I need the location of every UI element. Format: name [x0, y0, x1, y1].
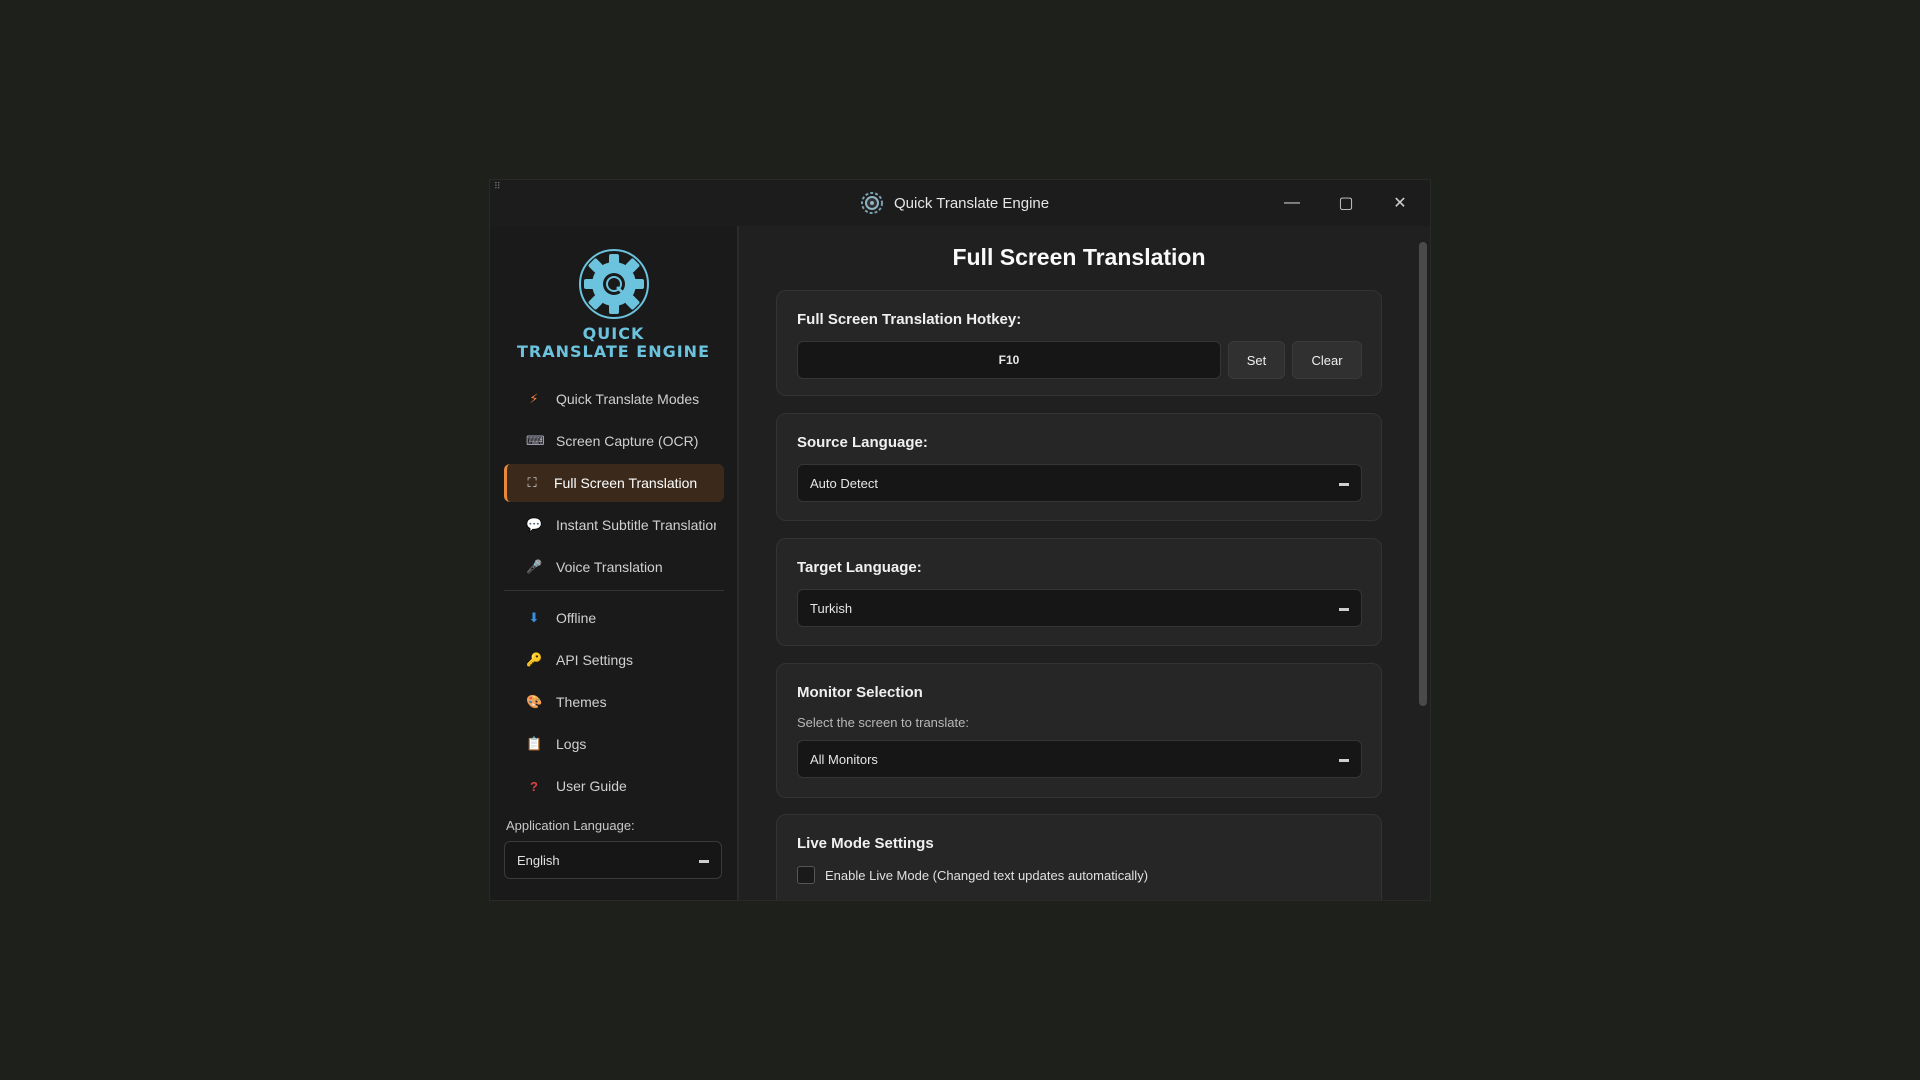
key-icon: 🔑 — [526, 652, 543, 667]
nav-item-logs[interactable]: 📋 Logs — [504, 725, 724, 763]
source-language-card: Source Language: Auto Detect ▬ — [776, 413, 1382, 521]
source-language-value: Auto Detect — [810, 475, 878, 491]
keyboard-icon: ⌨ — [526, 433, 545, 448]
source-language-select[interactable]: Auto Detect ▬ — [797, 464, 1362, 502]
brand-logo: QUICK TRANSLATE ENGINE — [490, 226, 737, 366]
main-content: Full Screen Translation Full Screen Tran… — [739, 226, 1430, 900]
app-logo-icon — [861, 192, 883, 214]
nav-item-voice-translation[interactable]: 🎤 Voice Translation — [504, 548, 724, 586]
palette-icon: 🎨 — [526, 694, 543, 709]
nav-item-api-settings[interactable]: 🔑 API Settings — [504, 641, 724, 679]
nav-item-screen-capture[interactable]: ⌨ Screen Capture (OCR) — [504, 422, 724, 460]
gear-logo-icon — [579, 249, 649, 319]
clipboard-icon: 📋 — [526, 736, 543, 751]
nav-item-label: Quick Translate Modes — [556, 391, 700, 407]
primary-nav: ⚡ Quick Translate Modes ⌨ Screen Capture… — [504, 380, 724, 809]
nav-item-themes[interactable]: 🎨 Themes — [504, 683, 724, 721]
nav-item-label: Offline — [556, 610, 597, 626]
live-mode-checkbox[interactable] — [797, 866, 815, 884]
app-language-value: English — [517, 852, 560, 868]
fullscreen-icon: ⛶ — [527, 475, 537, 490]
clear-hotkey-button[interactable]: Clear — [1292, 341, 1362, 379]
dropdown-icon: ▬ — [1339, 477, 1349, 489]
nav-item-label: User Guide — [556, 778, 627, 794]
content-scrollbar[interactable] — [1419, 242, 1427, 706]
dropdown-icon: ▬ — [699, 854, 709, 866]
maximize-icon[interactable]: ▢ — [1326, 190, 1366, 216]
dropdown-icon: ▬ — [1339, 753, 1349, 765]
logo-text-line1: QUICK — [582, 324, 645, 343]
logo-text-line2: TRANSLATE ENGINE — [516, 342, 710, 361]
app-language-label: Application Language: — [506, 818, 635, 833]
nav-item-full-screen-translation[interactable]: ⛶ Full Screen Translation — [504, 464, 724, 502]
live-mode-card: Live Mode Settings Enable Live Mode (Cha… — [776, 814, 1382, 900]
title-area: Quick Translate Engine — [860, 190, 1049, 216]
set-hotkey-button[interactable]: Set — [1228, 341, 1285, 379]
nav-item-label: Full Screen Translation — [554, 475, 698, 491]
hotkey-label: Full Screen Translation Hotkey: — [797, 311, 1022, 328]
nav-item-label: Instant Subtitle Translatior — [556, 517, 716, 533]
sidebar: QUICK TRANSLATE ENGINE ⚡ Quick Translate… — [490, 226, 739, 900]
target-language-label: Target Language: — [797, 559, 922, 576]
lightning-icon: ⚡ — [529, 391, 539, 406]
minimize-icon[interactable]: — — [1272, 190, 1312, 216]
target-language-value: Turkish — [810, 600, 853, 616]
nav-item-label: API Settings — [556, 652, 634, 668]
dropdown-icon: ▬ — [1339, 602, 1349, 614]
nav-item-offline[interactable]: ⬇ Offline — [504, 599, 724, 637]
microphone-icon: 🎤 — [526, 559, 543, 574]
nav-item-label: Themes — [556, 694, 607, 710]
speech-bubble-icon: 💬 — [526, 517, 543, 532]
live-mode-label: Live Mode Settings — [797, 835, 934, 852]
live-mode-checkbox-label[interactable]: Enable Live Mode (Changed text updates a… — [825, 868, 1148, 883]
hotkey-input[interactable]: F10 — [797, 341, 1221, 379]
app-window: ⠿ Quick Translate Engine — ▢ ✕ QUICK TRA… — [490, 180, 1430, 900]
monitor-selection-label: Monitor Selection — [797, 684, 923, 701]
nav-item-instant-subtitle[interactable]: 💬 Instant Subtitle Translatior — [504, 506, 724, 544]
resize-grip-icon[interactable]: ⠿ — [494, 182, 508, 196]
monitor-selection-card: Monitor Selection Select the screen to t… — [776, 663, 1382, 798]
nav-item-user-guide[interactable]: ? User Guide — [504, 767, 724, 805]
app-language-select[interactable]: English ▬ — [504, 841, 722, 879]
monitor-selection-hint: Select the screen to translate: — [797, 715, 969, 730]
window-title: Quick Translate Engine — [894, 194, 1050, 212]
nav-divider — [504, 590, 724, 591]
monitor-value: All Monitors — [810, 751, 878, 767]
target-language-card: Target Language: Turkish ▬ — [776, 538, 1382, 646]
monitor-select[interactable]: All Monitors ▬ — [797, 740, 1362, 778]
question-icon: ? — [530, 778, 538, 794]
nav-item-label: Screen Capture (OCR) — [556, 433, 699, 449]
source-language-label: Source Language: — [797, 434, 928, 451]
title-bar[interactable]: ⠿ Quick Translate Engine — ▢ ✕ — [490, 180, 1430, 226]
nav-item-quick-translate-modes[interactable]: ⚡ Quick Translate Modes — [504, 380, 724, 418]
download-icon: ⬇ — [528, 610, 540, 625]
target-language-select[interactable]: Turkish ▬ — [797, 589, 1362, 627]
page-title: Full Screen Translation — [952, 244, 1206, 270]
nav-item-label: Voice Translation — [556, 559, 663, 575]
hotkey-card: Full Screen Translation Hotkey: F10 Set … — [776, 290, 1382, 396]
close-icon[interactable]: ✕ — [1380, 190, 1420, 216]
nav-item-label: Logs — [556, 736, 587, 752]
